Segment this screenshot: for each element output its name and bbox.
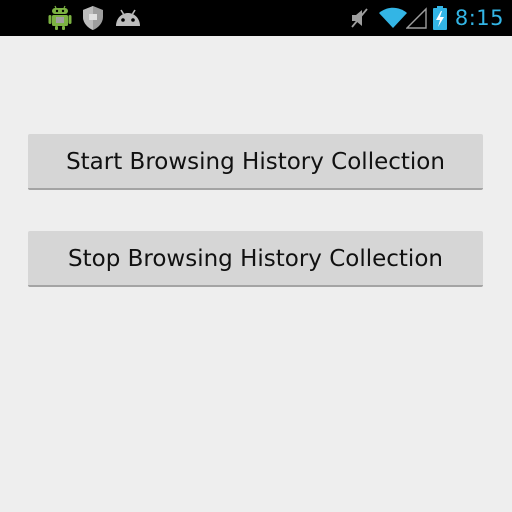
status-clock: 8:15 bbox=[454, 6, 504, 30]
start-browsing-history-collection-button[interactable]: Start Browsing History Collection bbox=[28, 134, 483, 190]
signal-icon bbox=[406, 5, 428, 31]
stop-browsing-history-collection-button[interactable]: Stop Browsing History Collection bbox=[28, 231, 483, 287]
app-screen: 8:15 Start Browsing History Collection S… bbox=[0, 0, 512, 512]
main-content: Start Browsing History Collection Stop B… bbox=[0, 36, 512, 512]
muted-speaker-icon bbox=[349, 5, 371, 31]
wifi-icon bbox=[378, 5, 408, 31]
android-robot-icon bbox=[47, 5, 73, 31]
android-head-icon bbox=[114, 5, 142, 31]
status-bar: 8:15 bbox=[0, 0, 512, 36]
shield-icon bbox=[81, 5, 105, 31]
battery-charging-icon bbox=[432, 5, 448, 31]
